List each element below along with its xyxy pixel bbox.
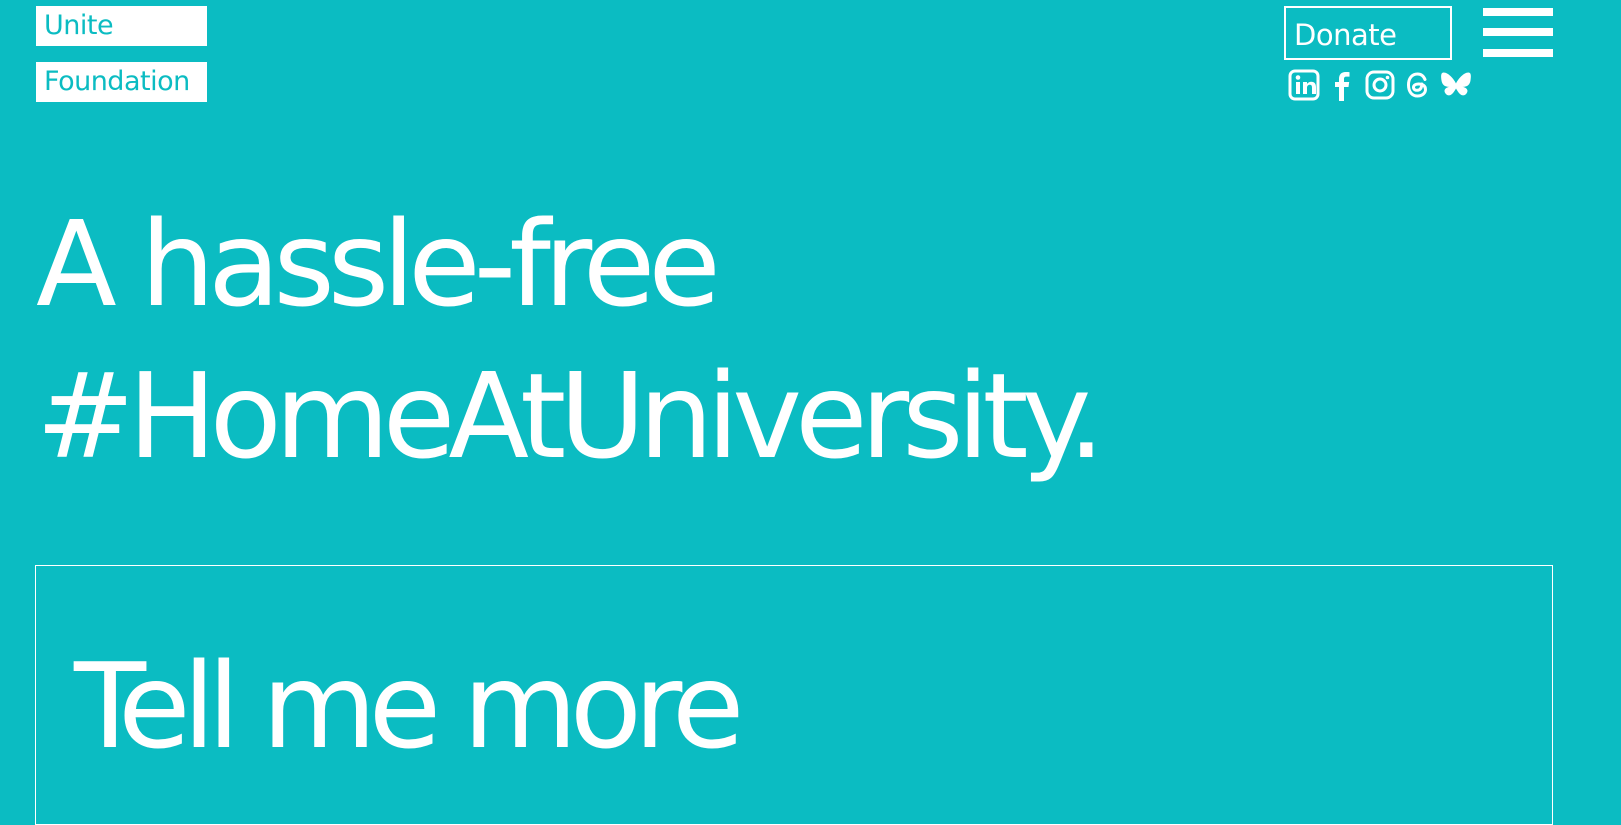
hero-line-1: A hassle-free — [36, 195, 721, 333]
menu-bar-icon — [1483, 8, 1553, 16]
threads-icon[interactable] — [1401, 68, 1435, 102]
donate-button[interactable]: Donate — [1284, 6, 1452, 60]
tell-me-more-card[interactable]: Tell me more — [35, 565, 1553, 825]
logo-unite[interactable]: Unite — [36, 6, 207, 46]
hero-headline: A hassle-free #HomeAtUniversity. — [36, 188, 1105, 492]
instagram-icon[interactable] — [1363, 68, 1397, 102]
logo-foundation[interactable]: Foundation — [36, 62, 207, 102]
hero-line-2: #HomeAtUniversity. — [36, 347, 1105, 485]
linkedin-icon[interactable] — [1287, 68, 1321, 102]
hamburger-menu-button[interactable] — [1483, 8, 1553, 58]
tell-me-more-label: Tell me more — [74, 637, 744, 775]
menu-bar-icon — [1483, 49, 1553, 57]
bluesky-icon[interactable] — [1439, 68, 1473, 102]
menu-bar-icon — [1483, 28, 1553, 36]
facebook-icon[interactable] — [1325, 68, 1359, 102]
